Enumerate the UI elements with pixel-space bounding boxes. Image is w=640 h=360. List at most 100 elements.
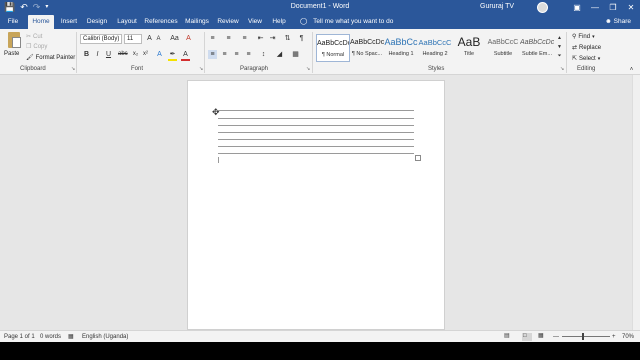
show-formatting-icon[interactable]: ¶	[297, 34, 306, 43]
text-effects-icon[interactable]: A	[155, 50, 164, 59]
restore-icon[interactable]: ❐	[604, 0, 622, 15]
paste-icon[interactable]	[6, 32, 22, 52]
cut-label: Cut	[33, 33, 43, 40]
table-row-border[interactable]	[218, 125, 414, 126]
tab-layout[interactable]: Layout	[114, 15, 140, 29]
change-case-icon[interactable]: Aa	[170, 34, 179, 43]
font-launcher-icon[interactable]: ↘	[199, 66, 203, 72]
share-icon: ☻	[605, 18, 612, 25]
style-title[interactable]: AaB Title	[452, 34, 486, 62]
shading-icon[interactable]: ◢	[275, 50, 284, 59]
tab-design[interactable]: Design	[84, 15, 110, 29]
zoom-level[interactable]: 70%	[622, 333, 634, 341]
table-row-border[interactable]	[218, 139, 414, 140]
document-canvas[interactable]: ✥	[0, 75, 640, 330]
find-button[interactable]: ⚲ Find ▾	[572, 33, 595, 41]
cut-button[interactable]: ✂ Cut	[26, 33, 43, 41]
underline-icon[interactable]: U	[104, 50, 113, 59]
ribbon-display-options-icon[interactable]: ▣	[568, 0, 586, 15]
user-name[interactable]: Gururaj TV	[480, 3, 514, 10]
styles-scroll-up-icon[interactable]: ▲	[555, 34, 564, 43]
bold-icon[interactable]: B	[82, 50, 91, 59]
copy-button[interactable]: ❐ Copy	[26, 43, 47, 51]
tab-mailings[interactable]: Mailings	[183, 15, 211, 29]
style-normal[interactable]: AaBbCcDc ¶ Normal	[316, 34, 350, 62]
status-bar: Page 1 of 1 0 words ▦ English (Uganda) ▤…	[0, 330, 640, 342]
font-color-icon[interactable]: A	[181, 50, 190, 61]
replace-button[interactable]: ⇄ Replace	[572, 44, 601, 52]
table-row-border[interactable]	[218, 153, 414, 154]
paste-button[interactable]: Paste	[4, 51, 19, 57]
zoom-in-icon[interactable]: +	[612, 333, 616, 341]
paragraph-launcher-icon[interactable]: ↘	[306, 66, 310, 72]
text-cursor	[218, 157, 219, 163]
table-resize-handle[interactable]	[415, 155, 421, 161]
close-icon[interactable]: ✕	[622, 0, 640, 15]
shrink-font-icon[interactable]: A	[154, 35, 163, 44]
sort-icon[interactable]: ⇅	[283, 34, 292, 43]
word-count[interactable]: 0 words	[40, 333, 61, 341]
tab-file[interactable]: File	[4, 15, 22, 29]
tab-view[interactable]: View	[246, 15, 264, 29]
style-sample: AaBbCcC	[487, 39, 519, 46]
styles-launcher-icon[interactable]: ↘	[560, 66, 564, 72]
table-move-handle-icon[interactable]: ✥	[212, 107, 220, 118]
styles-more-icon[interactable]: ⏷	[555, 52, 564, 61]
select-button[interactable]: ⇱ Select ▾	[572, 55, 600, 63]
page-count[interactable]: Page 1 of 1	[4, 333, 35, 341]
style-no-spacing[interactable]: AaBbCcDc ¶ No Spac...	[350, 34, 384, 62]
subscript-icon[interactable]: x₂	[131, 50, 140, 59]
borders-icon[interactable]: ▦	[291, 50, 300, 59]
align-right-icon[interactable]: ≡	[232, 50, 241, 59]
style-name: Subtitle	[493, 51, 513, 57]
document-page[interactable]: ✥	[187, 80, 445, 330]
collapse-ribbon-icon[interactable]: ˄	[627, 66, 636, 75]
tell-me-box[interactable]: ◯ Tell me what you want to do	[300, 15, 393, 29]
format-painter-button[interactable]: 🖌 Format Painter	[26, 54, 75, 62]
increase-indent-icon[interactable]: ⇥	[268, 34, 277, 43]
read-mode-icon[interactable]: ▤	[504, 333, 514, 341]
superscript-icon[interactable]: x²	[141, 50, 150, 59]
zoom-slider-thumb[interactable]	[581, 333, 584, 340]
strikethrough-icon[interactable]: abc	[118, 50, 128, 59]
style-heading-1[interactable]: AaBbCc Heading 1	[384, 34, 418, 62]
tab-insert[interactable]: Insert	[58, 15, 80, 29]
font-size-box[interactable]: 11	[124, 34, 142, 44]
vertical-scrollbar[interactable]	[632, 75, 640, 330]
table-row-border[interactable]	[218, 132, 414, 133]
minimize-icon[interactable]: —	[586, 0, 604, 15]
highlight-icon[interactable]: ✒	[168, 50, 177, 61]
align-left-icon[interactable]: ≡	[208, 50, 217, 59]
styles-scroll-down-icon[interactable]: ▼	[555, 43, 564, 52]
share-button[interactable]: ☻ Share	[605, 15, 631, 29]
align-center-icon[interactable]: ≡	[220, 50, 229, 59]
proofing-icon[interactable]: ▦	[68, 333, 74, 341]
print-layout-icon[interactable]: □	[522, 333, 532, 341]
table-row-border[interactable]	[218, 146, 414, 147]
justify-icon[interactable]: ≡	[244, 50, 253, 59]
table-row-border[interactable]	[218, 110, 414, 111]
numbering-icon[interactable]: ≡	[224, 34, 233, 43]
font-name-box[interactable]: Calibri (Body)	[80, 34, 122, 44]
style-heading-2[interactable]: AaBbCcC Heading 2	[418, 34, 452, 62]
line-spacing-icon[interactable]: ↕	[259, 50, 268, 59]
style-subtitle[interactable]: AaBbCcC Subtitle	[486, 34, 520, 62]
avatar[interactable]	[537, 2, 548, 13]
multilevel-list-icon[interactable]: ≡	[240, 34, 249, 43]
web-layout-icon[interactable]: ▦	[538, 333, 548, 341]
zoom-out-icon[interactable]: —	[553, 333, 559, 341]
tab-review[interactable]: Review	[216, 15, 240, 29]
clipboard-launcher-icon[interactable]: ↘	[71, 66, 75, 72]
decrease-indent-icon[interactable]: ⇤	[256, 34, 265, 43]
style-subtle-emphasis[interactable]: AaBbCcDc Subtle Em...	[520, 34, 554, 62]
tab-references[interactable]: References	[144, 15, 178, 29]
table-row-border[interactable]	[218, 118, 414, 119]
zoom-slider[interactable]	[562, 336, 610, 337]
clear-formatting-icon[interactable]: A	[184, 34, 193, 43]
tab-home[interactable]: Home	[28, 15, 54, 29]
italic-icon[interactable]: I	[93, 50, 102, 59]
tab-help[interactable]: Help	[270, 15, 288, 29]
language-indicator[interactable]: English (Uganda)	[82, 333, 128, 341]
grow-font-icon[interactable]: A	[145, 34, 154, 43]
bullets-icon[interactable]: ≡	[208, 34, 217, 43]
